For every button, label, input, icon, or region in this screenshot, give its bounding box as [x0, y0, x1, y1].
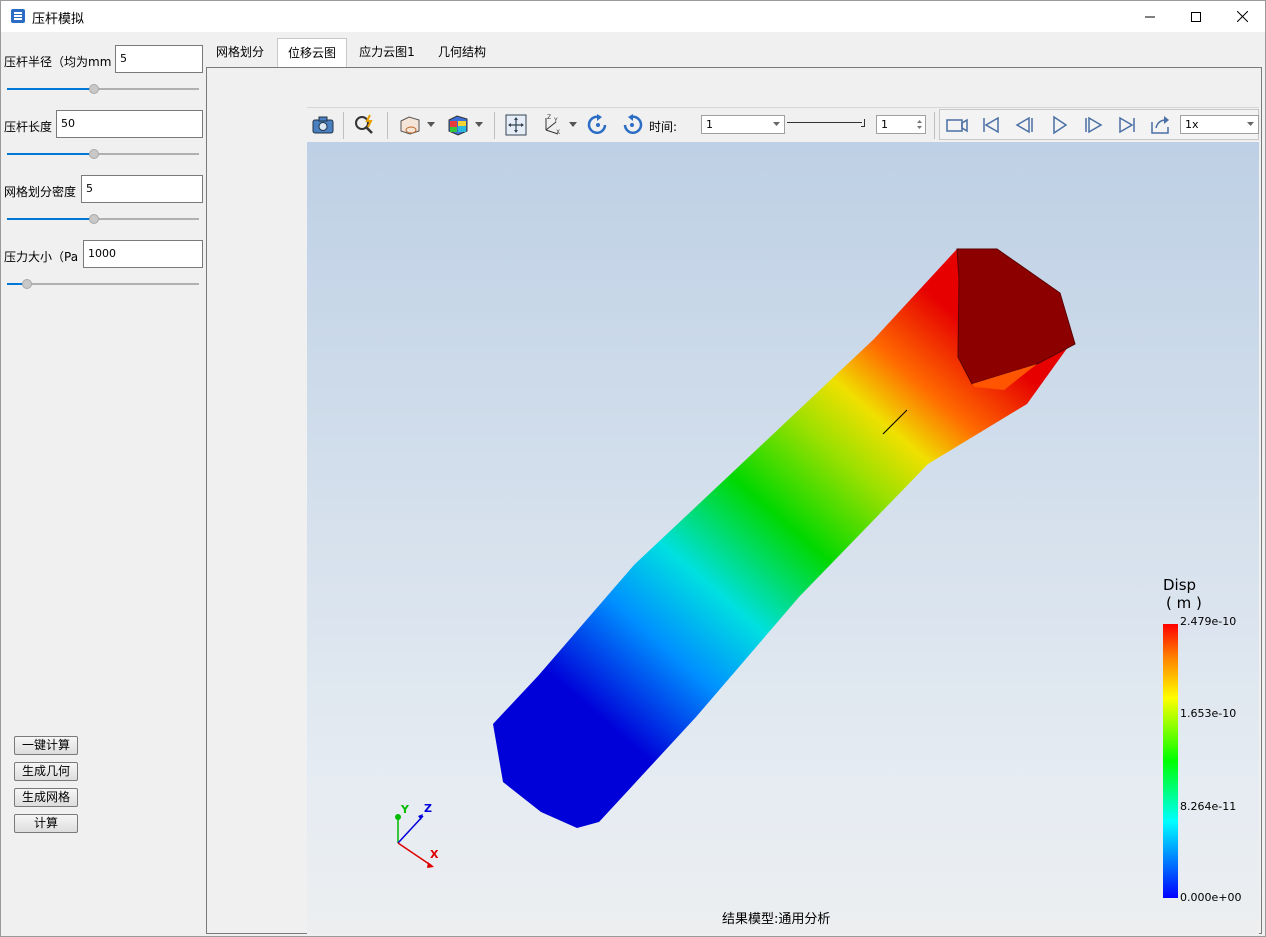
record-video-icon[interactable] [944, 112, 970, 138]
legend-label-min: 0.000e+00 [1180, 891, 1242, 904]
time-label: 时间: [649, 120, 678, 134]
3d-viewport[interactable]: Y Z X [307, 142, 1259, 934]
dropdown-arrow-icon[interactable] [475, 122, 483, 128]
mesh-density-label: 网格划分密度 [4, 185, 77, 199]
chevron-down-icon [1247, 122, 1254, 126]
axis-orientation-icon[interactable]: Z YX [538, 112, 564, 138]
play-icon[interactable] [1046, 112, 1072, 138]
svg-text:Z: Z [547, 114, 551, 121]
camera-icon[interactable] [310, 112, 336, 138]
frame-value: 1 [881, 118, 888, 131]
svg-text:Y: Y [553, 117, 558, 124]
pressure-slider[interactable] [7, 278, 199, 290]
radius-label: 压杆半径（均为mm [4, 55, 112, 69]
time-select[interactable]: 1 [701, 115, 785, 134]
rotate-ccw-icon[interactable] [619, 112, 645, 138]
length-label: 压杆长度 [4, 120, 53, 134]
slider-thumb[interactable] [21, 279, 32, 289]
svg-text:X: X [556, 129, 560, 136]
tab-displacement[interactable]: 位移云图 [277, 38, 347, 68]
legend-label-max: 2.479e-10 [1180, 615, 1237, 628]
axis-y-label: Y [400, 803, 410, 816]
window-title: 压杆模拟 [32, 12, 85, 27]
maximize-button[interactable] [1173, 1, 1219, 32]
mesh-density-slider[interactable] [7, 213, 199, 225]
dropdown-arrow-icon[interactable] [569, 122, 577, 128]
title-bar: 压杆模拟 [1, 1, 1265, 32]
frame-slider-end [861, 119, 865, 127]
first-frame-icon[interactable] [978, 112, 1004, 138]
tab-stress[interactable]: 应力云图1 [349, 38, 425, 67]
surface-display-icon[interactable] [397, 112, 423, 138]
axis-triad: Y Z X [395, 802, 439, 868]
length-input[interactable]: 50 [56, 110, 203, 138]
parameter-panel: 压杆半径（均为mm 5 压杆长度 50 网格划分密度 5 压力大小（Pa 100… [1, 32, 204, 936]
viewer-toolbar: ZYX 时间: 1 1 1x [307, 107, 1259, 142]
rotate-cw-icon[interactable] [585, 112, 611, 138]
pressure-label: 压力大小（Pa [4, 250, 79, 264]
next-frame-icon[interactable] [1080, 112, 1106, 138]
legend-label-mid-low: 8.264e-11 [1180, 800, 1237, 813]
compute-button[interactable]: 计算 [14, 814, 78, 833]
radius-slider[interactable] [7, 83, 199, 95]
legend-label-mid-high: 1.653e-10 [1180, 707, 1237, 720]
minimize-button[interactable] [1127, 1, 1173, 32]
length-slider[interactable] [7, 148, 199, 160]
app-window: 压杆模拟 压杆半径（均为mm 5 压杆长度 50 网格划分密度 5 压力大小（P… [0, 0, 1266, 937]
last-frame-icon[interactable] [1114, 112, 1140, 138]
radius-input[interactable]: 5 [115, 45, 203, 73]
maximize-icon [1191, 11, 1201, 22]
app-icon [11, 9, 25, 23]
generate-mesh-button[interactable]: 生成网格 [14, 788, 78, 807]
spin-arrows-icon[interactable] [917, 119, 922, 130]
result-model-status: 结果模型:通用分析 [722, 912, 831, 927]
close-button[interactable] [1219, 1, 1265, 32]
mesh-density-input[interactable]: 5 [81, 175, 203, 203]
time-value: 1 [706, 118, 713, 131]
tab-geometry[interactable]: 几何结构 [427, 38, 497, 67]
speed-select[interactable]: 1x [1180, 115, 1259, 134]
previous-frame-icon[interactable] [1012, 112, 1038, 138]
legend-color-bar [1163, 624, 1178, 898]
slider-thumb[interactable] [88, 84, 99, 94]
export-icon[interactable] [1148, 112, 1174, 138]
legend-unit: ( m ) [1166, 594, 1202, 612]
dropdown-arrow-icon[interactable] [427, 122, 435, 128]
close-icon [1236, 11, 1248, 22]
fit-view-icon[interactable] [503, 112, 529, 138]
generate-geometry-button[interactable]: 生成几何 [14, 762, 78, 781]
axis-z-label: Z [424, 802, 432, 815]
color-cube-icon[interactable] [445, 112, 471, 138]
frame-slider[interactable] [787, 122, 862, 123]
speed-value: 1x [1185, 118, 1199, 131]
minimize-icon [1145, 16, 1155, 17]
frame-spinbox[interactable]: 1 [876, 115, 926, 134]
axis-x-label: X [430, 848, 439, 861]
tab-mesh[interactable]: 网格划分 [205, 38, 275, 67]
chevron-down-icon [773, 122, 780, 126]
one-click-compute-button[interactable]: 一键计算 [14, 736, 78, 755]
slider-thumb[interactable] [88, 214, 99, 224]
slider-thumb[interactable] [88, 149, 99, 159]
pressure-input[interactable]: 1000 [83, 240, 203, 268]
zoom-fit-icon[interactable] [352, 112, 378, 138]
legend-title: Disp [1163, 576, 1197, 594]
